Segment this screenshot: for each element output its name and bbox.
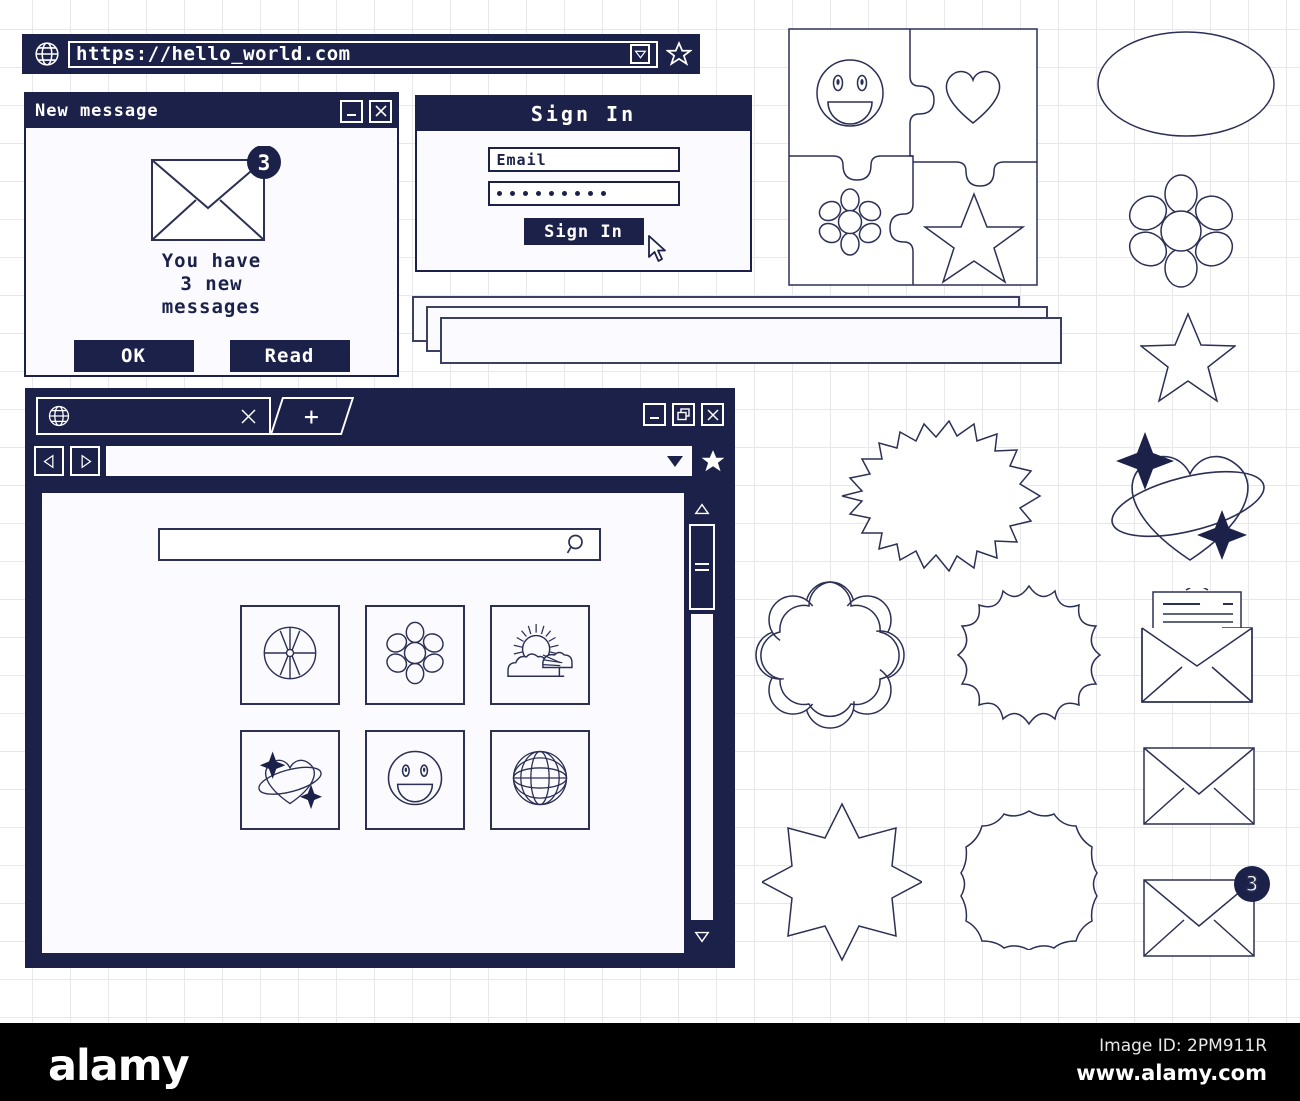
new-tab-button[interactable]: + bbox=[269, 397, 355, 435]
url-text: https://hello_world.com bbox=[76, 44, 351, 64]
flower-icon bbox=[383, 621, 447, 689]
sign-in-titlebar: Sign In bbox=[417, 97, 750, 131]
email-field[interactable]: Email bbox=[487, 147, 680, 172]
spiky-burst-oval bbox=[782, 419, 1042, 576]
image-id-text: Image ID: 2PM911R bbox=[1099, 1036, 1267, 1056]
browser-window: + bbox=[25, 388, 735, 968]
vertical-scrollbar[interactable] bbox=[684, 493, 718, 953]
minimize-button[interactable] bbox=[643, 403, 666, 426]
new-message-dialog: New message 3 You have 3 new messages OK… bbox=[24, 92, 399, 377]
url-input[interactable]: https://hello_world.com bbox=[68, 40, 658, 68]
mouse-pointer-icon bbox=[647, 235, 669, 263]
star-icon[interactable] bbox=[665, 40, 693, 67]
flower-outline bbox=[1125, 172, 1237, 294]
scrollbar-thumb[interactable] bbox=[689, 524, 715, 610]
grid-item[interactable] bbox=[490, 730, 590, 830]
stacked-windows bbox=[412, 296, 1062, 368]
address-input[interactable] bbox=[106, 446, 692, 476]
restore-button[interactable] bbox=[672, 403, 695, 426]
comic-burst-round bbox=[955, 582, 1103, 732]
globe-icon bbox=[47, 404, 71, 428]
magnifier-icon[interactable] bbox=[565, 533, 589, 557]
url-bar[interactable]: https://hello_world.com bbox=[22, 34, 700, 74]
sign-in-body: Email Sign In bbox=[417, 131, 750, 245]
dialog-message: You have 3 new messages bbox=[26, 250, 397, 319]
forward-button[interactable] bbox=[70, 446, 100, 476]
closed-envelope bbox=[1142, 746, 1256, 830]
email-placeholder: Email bbox=[496, 150, 547, 169]
minimize-button[interactable] bbox=[340, 99, 363, 123]
alamy-logo: alamy bbox=[48, 1041, 190, 1091]
message-line-3: messages bbox=[161, 296, 262, 318]
dialog-button-row: OK Read bbox=[26, 340, 397, 372]
caret-down-icon[interactable] bbox=[667, 455, 683, 467]
ten-point-star-burst bbox=[760, 802, 924, 966]
grid-item[interactable] bbox=[365, 605, 465, 705]
grid-item[interactable] bbox=[240, 730, 340, 830]
sign-in-title: Sign In bbox=[530, 102, 637, 126]
close-button[interactable] bbox=[369, 99, 392, 123]
watermark-footer: alamy Image ID: 2PM911R www.alamy.com bbox=[0, 1023, 1300, 1101]
browser-viewport bbox=[40, 491, 720, 955]
message-line-2: 3 new bbox=[180, 273, 243, 295]
smiley-face-icon bbox=[383, 746, 447, 814]
sign-in-button[interactable]: Sign In bbox=[523, 218, 644, 245]
message-line-1: You have bbox=[161, 250, 262, 272]
beach-ball-icon bbox=[259, 622, 321, 688]
wavy-circle-seal bbox=[958, 808, 1100, 954]
heart-with-orbit-and-sparkles bbox=[1098, 424, 1278, 580]
stacked-window-front bbox=[440, 317, 1062, 364]
scroll-up-button[interactable] bbox=[689, 496, 715, 522]
dialog-titlebar[interactable]: New message bbox=[26, 94, 397, 128]
bookmark-star-icon[interactable] bbox=[700, 448, 726, 474]
back-button[interactable] bbox=[34, 446, 64, 476]
sign-in-dialog: Sign In Email Sign In bbox=[415, 95, 752, 272]
new-tab-label: + bbox=[304, 401, 320, 431]
five-point-star-outline bbox=[1138, 312, 1238, 408]
window-controls bbox=[637, 403, 724, 426]
puzzle-four-pieces bbox=[788, 28, 1038, 290]
chevron-down-icon[interactable] bbox=[630, 44, 650, 64]
browser-nav-bar bbox=[28, 439, 732, 483]
scrollbar-track[interactable] bbox=[689, 612, 715, 922]
dialog-title: New message bbox=[35, 101, 159, 121]
envelope-icon: 3 bbox=[148, 145, 293, 246]
search-input[interactable] bbox=[158, 528, 601, 561]
open-envelope-with-letter bbox=[1138, 583, 1258, 710]
alamy-url-text: www.alamy.com bbox=[1076, 1061, 1267, 1085]
dialog-body: 3 You have 3 new messages OK Read bbox=[26, 128, 397, 375]
read-button[interactable]: Read bbox=[229, 340, 350, 372]
page-content bbox=[42, 493, 684, 953]
ellipse-outline bbox=[1096, 30, 1276, 142]
scroll-down-button[interactable] bbox=[689, 924, 715, 950]
envelope-with-badge: 3 bbox=[1142, 866, 1274, 962]
globe-icon bbox=[34, 41, 60, 67]
icon-grid bbox=[240, 605, 590, 830]
cloud-scallop-round bbox=[752, 578, 908, 734]
grid-item[interactable] bbox=[240, 605, 340, 705]
illustration-canvas: https://hello_world.com New message 3 Yo… bbox=[0, 0, 1300, 1101]
ok-button[interactable]: OK bbox=[73, 340, 194, 372]
badge-count: 3 bbox=[1246, 872, 1259, 896]
password-field[interactable] bbox=[487, 181, 680, 206]
grid-item[interactable] bbox=[365, 730, 465, 830]
password-dots bbox=[496, 191, 606, 196]
heart-orbit-sparkle-icon bbox=[255, 746, 325, 814]
close-button[interactable] bbox=[701, 403, 724, 426]
browser-tab-bar: + bbox=[28, 391, 732, 439]
grid-item[interactable] bbox=[490, 605, 590, 705]
tab-close-icon[interactable] bbox=[240, 408, 257, 425]
sun-cloud-weather-icon bbox=[504, 622, 576, 688]
globe-wireframe-icon bbox=[508, 746, 572, 814]
badge-count: 3 bbox=[258, 151, 271, 175]
browser-tab[interactable] bbox=[36, 397, 271, 435]
